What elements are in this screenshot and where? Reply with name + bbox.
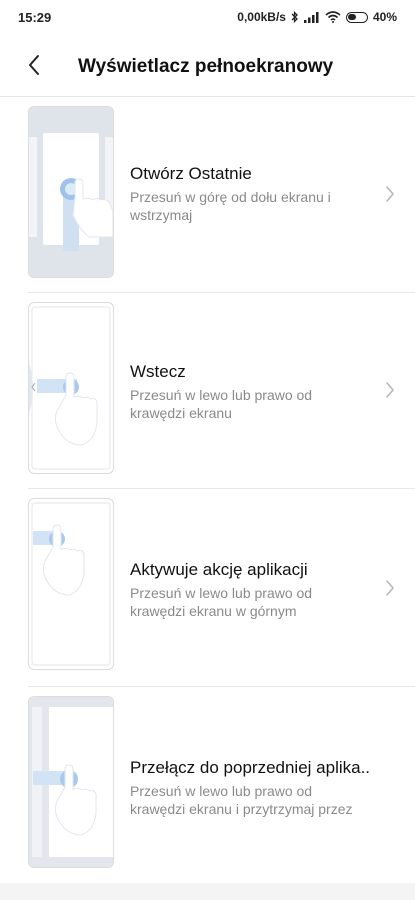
gesture-item-back[interactable]: Wstecz Przesuń w lewo lub prawo od krawę…: [0, 294, 415, 490]
item-title: Wstecz: [130, 362, 186, 381]
gesture-item-recents[interactable]: Otwórz Ostatnie Przesuń w górę od dołu e…: [0, 98, 415, 294]
bluetooth-icon: [291, 11, 299, 23]
signal-icon: [303, 11, 320, 23]
item-description: Przesuń w lewo lub prawo od krawędzi ekr…: [130, 387, 313, 421]
status-time: 15:29: [18, 10, 52, 25]
item-title: Aktywuje akcję aplikacji: [130, 560, 308, 579]
gesture-item-app-action[interactable]: Aktywuje akcję aplikacji Przesuń w lewo …: [0, 490, 415, 686]
chevron-right-icon: [383, 578, 397, 598]
network-speed: 0,00kB/s: [237, 10, 286, 24]
previous-app-gesture-illustration: [28, 696, 114, 868]
item-divider: [28, 488, 415, 489]
battery-percent: 40%: [372, 10, 397, 24]
wifi-icon: [325, 11, 341, 23]
chevron-right-icon: [383, 184, 397, 204]
item-divider: [28, 292, 415, 293]
page-title: Wyświetlacz pełnoekranowy: [78, 56, 334, 77]
chevron-right-icon: [383, 380, 397, 400]
item-title: Otwórz Ostatnie: [130, 164, 252, 183]
status-indicators: 0,00kB/s 40%: [237, 10, 397, 24]
app-action-gesture-illustration: [28, 498, 114, 670]
item-divider: [28, 686, 415, 687]
item-description: Przesuń w górę od dołu ekranu i wstrzyma…: [130, 189, 331, 223]
bottom-band: [0, 883, 415, 900]
back-gesture-illustration: [28, 302, 114, 474]
item-title: Przełącz do poprzedniej aplika..: [130, 758, 371, 777]
header-divider: [0, 96, 415, 97]
status-bar: 15:29 0,00kB/s 40%: [0, 0, 415, 36]
gesture-item-previous-app[interactable]: Przełącz do poprzedniej aplika.. Przesuń…: [0, 688, 415, 884]
back-button[interactable]: [18, 50, 50, 84]
app-header: Wyświetlacz pełnoekranowy: [0, 36, 415, 98]
chevron-left-icon: [27, 54, 41, 81]
item-description: Przesuń w lewo lub prawo od krawędzi ekr…: [130, 783, 353, 817]
battery-icon: [345, 11, 368, 23]
item-description: Przesuń w lewo lub prawo od krawędzi ekr…: [130, 585, 313, 619]
recents-gesture-illustration: [28, 106, 114, 278]
